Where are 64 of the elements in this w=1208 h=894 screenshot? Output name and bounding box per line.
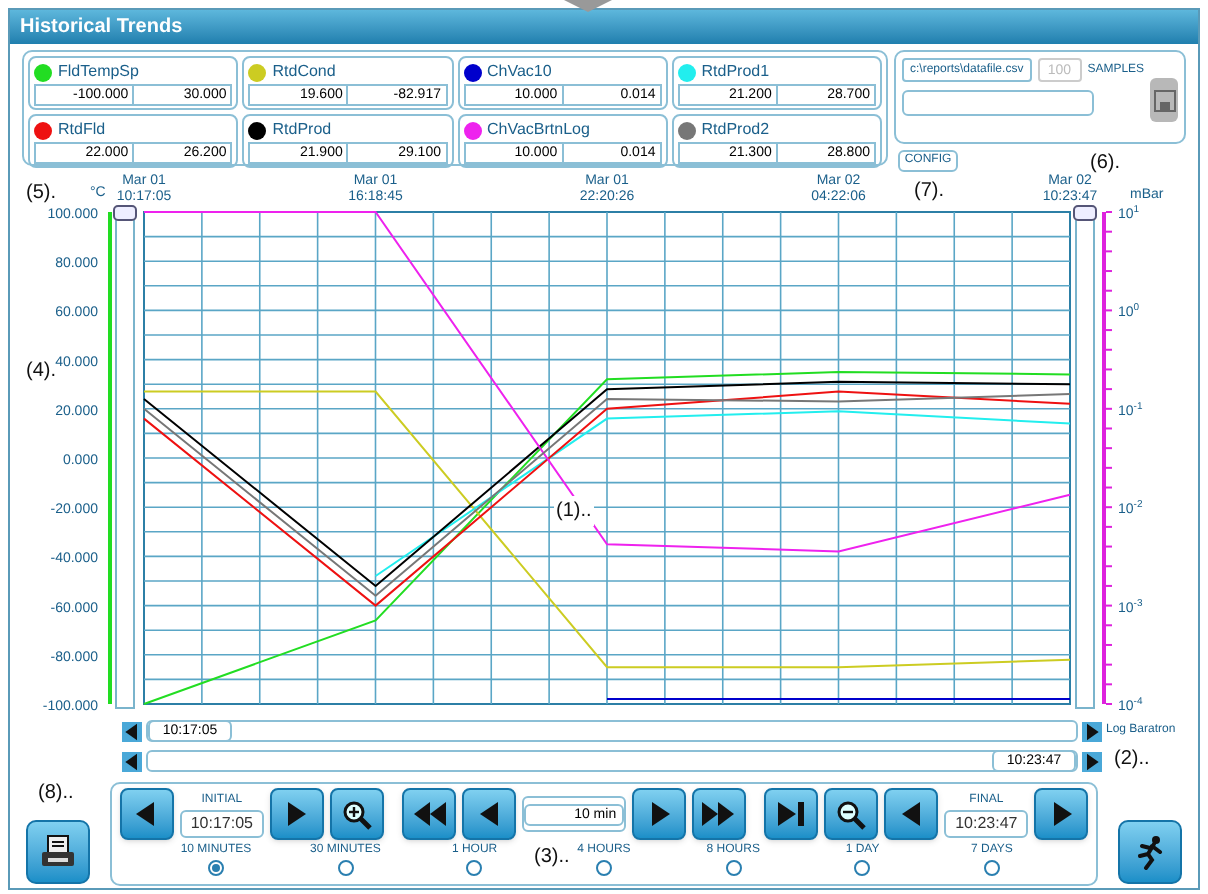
previous-button[interactable] xyxy=(120,788,174,840)
callout-number: (3).. xyxy=(534,844,570,872)
initial-time-field[interactable]: 10:17:05 xyxy=(179,809,264,837)
radio-button[interactable] xyxy=(983,860,1000,876)
zoom-out-button[interactable] xyxy=(824,788,879,840)
step-forward-button[interactable] xyxy=(632,788,686,840)
callout-number: (8).. xyxy=(38,780,74,808)
right-arrow-icon xyxy=(1082,719,1102,743)
radio-button[interactable] xyxy=(725,860,742,876)
previous-button[interactable] xyxy=(884,788,939,840)
left-arrow-icon xyxy=(122,719,142,743)
radio-button[interactable] xyxy=(208,860,224,876)
window-title: Historical Trends xyxy=(10,10,1198,44)
tab-notch-icon xyxy=(564,0,612,12)
skip-to-end-button[interactable] xyxy=(764,788,819,840)
callout-number: (2).. xyxy=(1114,746,1150,774)
callout-number: (5). xyxy=(26,180,56,208)
left-arrow-icon xyxy=(901,802,922,826)
callout-number: (7). xyxy=(914,178,944,206)
zoom-in-icon xyxy=(341,799,372,829)
skip-end-icon xyxy=(778,802,805,826)
print-button[interactable] xyxy=(26,820,90,884)
radio-button[interactable] xyxy=(466,860,483,876)
left-arrow-icon xyxy=(479,802,500,826)
left-arrow-icon xyxy=(122,749,142,773)
step-back-button[interactable] xyxy=(462,788,517,840)
scroll-right-button[interactable] xyxy=(1082,751,1102,771)
scroll-left-button[interactable] xyxy=(122,751,142,771)
fast-forward-button[interactable] xyxy=(692,788,746,840)
right-arrow-icon xyxy=(286,802,307,826)
zoom-in-button[interactable] xyxy=(329,788,384,840)
tag-name: RtdProd1 xyxy=(701,60,770,84)
running-person-icon xyxy=(1132,834,1168,870)
tag-name: RtdProd2 xyxy=(701,118,770,142)
fast-forward-icon xyxy=(702,802,735,826)
tag-name: ChVacBrtnLog xyxy=(487,118,590,142)
next-button[interactable] xyxy=(1034,788,1089,840)
tag-name: RtdCond xyxy=(272,60,336,84)
left-arrow-icon xyxy=(136,802,157,826)
tag-name: RtdFld xyxy=(58,118,106,142)
zoom-out-icon xyxy=(836,799,867,829)
input-field[interactable] xyxy=(902,90,1094,116)
callout-number: (6). xyxy=(1090,150,1120,174)
radio-button[interactable] xyxy=(337,860,354,876)
vertical-slider[interactable] xyxy=(113,205,137,709)
next-button[interactable] xyxy=(269,788,324,840)
radio-button[interactable] xyxy=(595,860,612,876)
tag-name: ChVac10 xyxy=(487,60,552,84)
radio-button[interactable] xyxy=(854,860,871,876)
right-arrow-icon xyxy=(1082,749,1102,773)
run-button[interactable] xyxy=(1118,820,1182,884)
printer-icon xyxy=(40,834,76,870)
final-time-field[interactable]: 10:23:47 xyxy=(944,809,1029,837)
tag-name: FldTempSp xyxy=(58,60,139,84)
right-arrow-icon xyxy=(649,802,670,826)
callout-number: (1).. xyxy=(554,496,594,526)
rewind-button[interactable] xyxy=(402,788,457,840)
callout-number: (4). xyxy=(26,360,56,386)
tag-name: RtdProd xyxy=(272,118,332,142)
vertical-slider[interactable] xyxy=(1073,205,1097,709)
scroll-right-button[interactable] xyxy=(1082,721,1102,741)
right-arrow-icon xyxy=(1051,802,1072,826)
rewind-icon xyxy=(413,802,446,826)
scroll-left-button[interactable] xyxy=(122,721,142,741)
